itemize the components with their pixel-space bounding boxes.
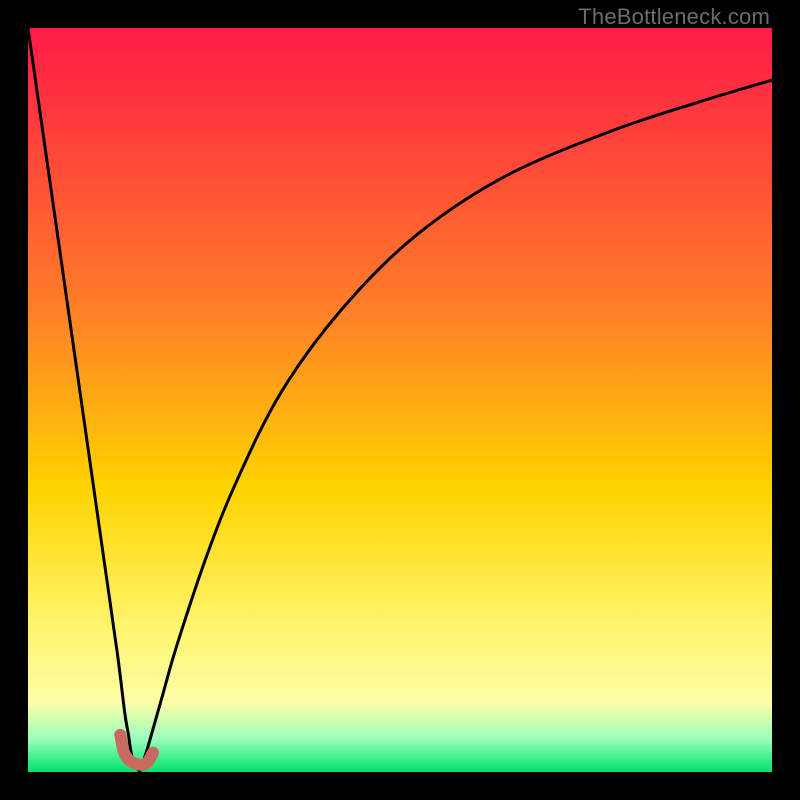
chart-svg [28,28,772,772]
gradient-background [28,28,772,772]
watermark-text: TheBottleneck.com [578,4,770,30]
chart-frame: TheBottleneck.com [0,0,800,800]
plot-area [28,28,772,772]
